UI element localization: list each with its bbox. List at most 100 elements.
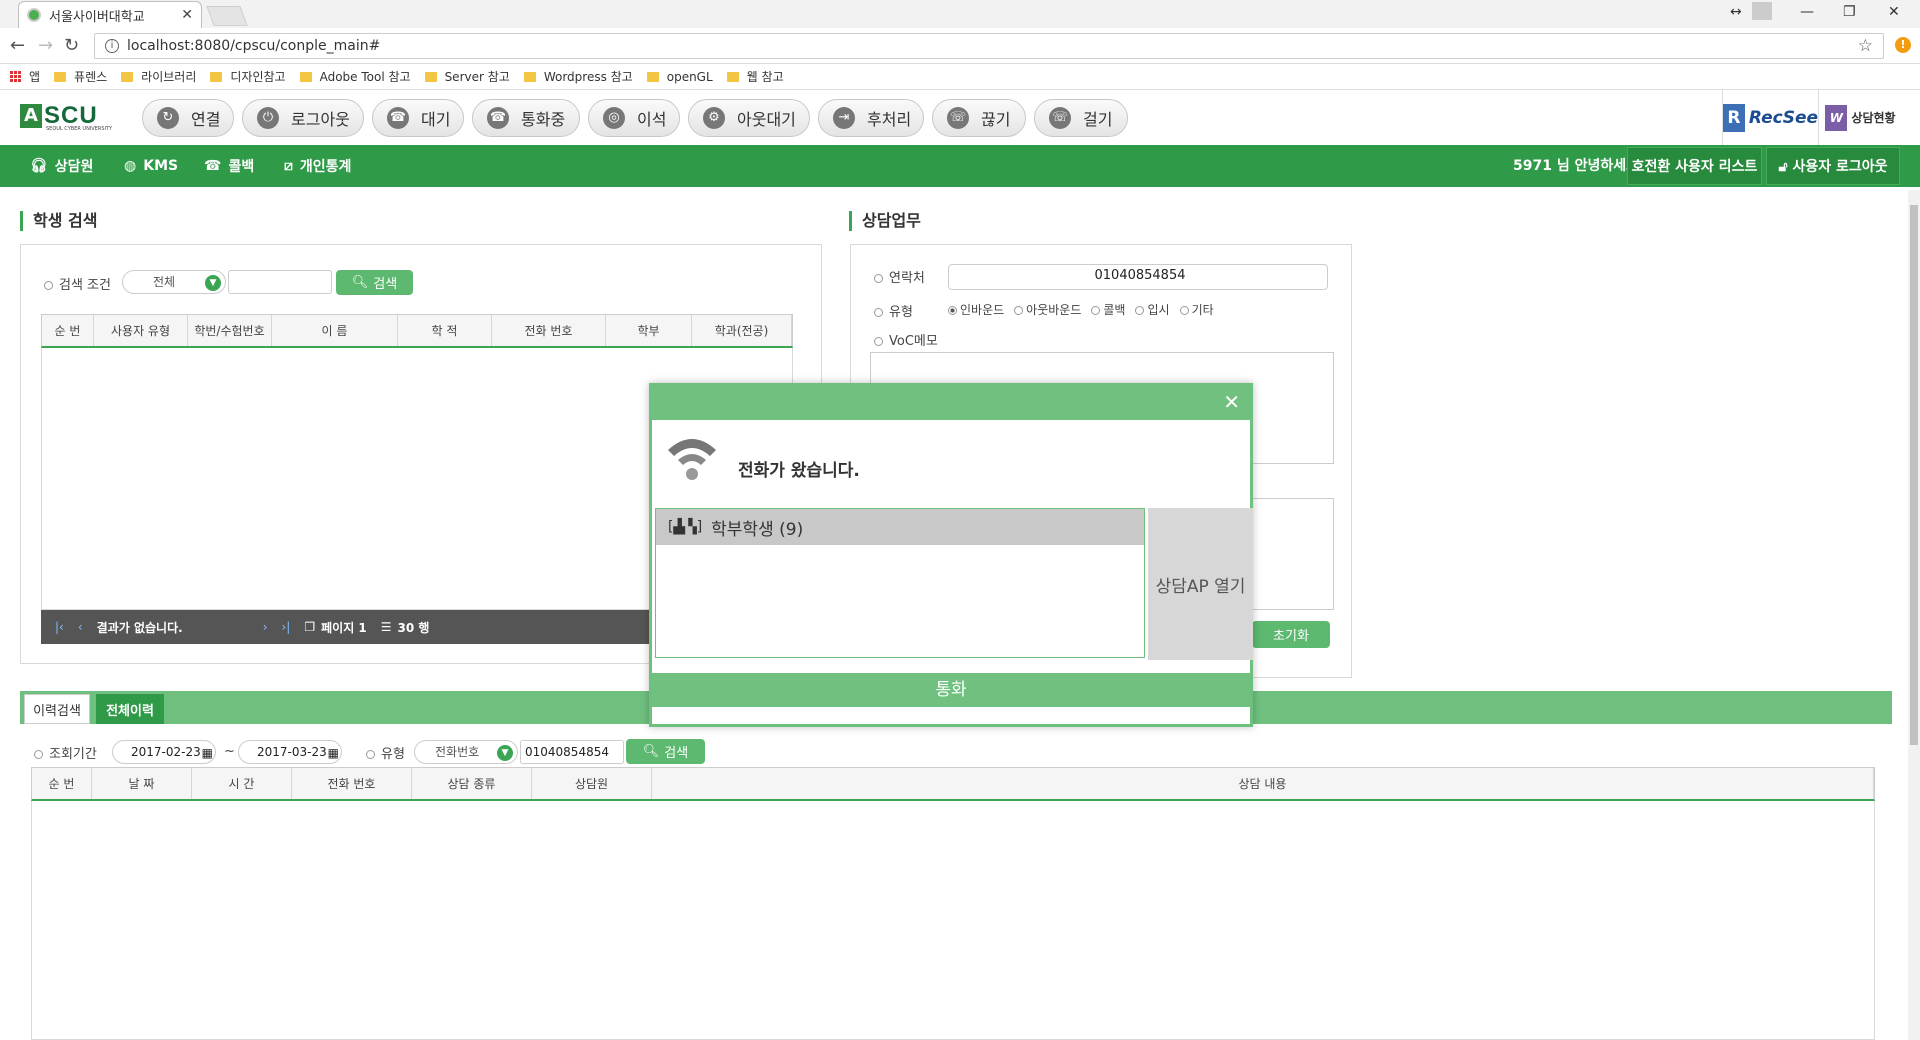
history-phone-input[interactable]: 01040854854	[520, 740, 624, 764]
folder-icon	[646, 71, 659, 82]
date-from-input[interactable]: 2017-02-23 ▦	[112, 740, 216, 764]
contact-input[interactable]: 01040854854	[948, 264, 1328, 290]
search-cond-select[interactable]: 전체 ▼	[122, 270, 226, 294]
out-wait-button[interactable]: ⚙ 아웃대기	[688, 99, 810, 137]
calendar-icon[interactable]: ▦	[202, 742, 213, 764]
profile-icon[interactable]	[1752, 2, 1772, 20]
bookmark-folder[interactable]: 퓨렌스	[54, 68, 107, 85]
nav-item-kms[interactable]: ◍ KMS	[124, 145, 178, 187]
logout-control-button[interactable]: ⏻ 로그아웃	[242, 99, 364, 137]
radio-checked-icon	[948, 306, 957, 315]
bookmark-folder[interactable]: Server 참고	[424, 68, 510, 85]
col-header[interactable]: 전화 번호	[292, 768, 412, 799]
wait-button[interactable]: ☎ 대기	[372, 99, 464, 137]
last-page-icon[interactable]: ›|	[282, 620, 291, 634]
bookmark-folder[interactable]: 디자인참고	[210, 68, 286, 85]
type-radio-admission[interactable]: 입시	[1135, 301, 1170, 318]
date-to-input[interactable]: 2017-03-23 ▦	[238, 740, 342, 764]
nav-item-stats[interactable]: ⧄ 개인통계	[284, 145, 351, 187]
logo-mark-icon: A	[20, 104, 42, 128]
student-search-title: 학생 검색	[20, 211, 97, 231]
answer-call-button[interactable]: 통화	[652, 673, 1250, 707]
next-page-icon[interactable]: ›	[263, 620, 268, 634]
type-radio-callback[interactable]: 콜백	[1091, 301, 1125, 318]
browser-tab[interactable]: 서울사이버대학교 ✕	[18, 1, 202, 28]
col-header[interactable]: 날 짜	[92, 768, 192, 799]
bookmark-folder[interactable]: openGL	[646, 70, 713, 84]
nav-item-callback[interactable]: ☎ 콜백	[204, 145, 254, 187]
history-type-select[interactable]: 전화번호 ▼	[414, 740, 518, 764]
post-process-button[interactable]: ⇥ 후처리	[818, 99, 924, 137]
col-header[interactable]: 학부	[606, 315, 692, 346]
close-window-icon[interactable]: ✕	[1888, 4, 1900, 20]
bookmark-folder[interactable]: Wordpress 참고	[523, 68, 633, 85]
restore-icon[interactable]: ❐	[1843, 4, 1856, 20]
search-keyword-input[interactable]	[228, 270, 332, 294]
bookmark-apps[interactable]: 앱	[10, 68, 40, 85]
dial-button[interactable]: ☏ 걸기	[1034, 99, 1128, 137]
bullet-icon	[874, 308, 883, 317]
page-select[interactable]: 페이지 1	[321, 619, 367, 636]
calling-button[interactable]: ☎ 통화중	[472, 99, 580, 137]
user-list-button[interactable]: 호전환 사용자 리스트	[1627, 147, 1762, 185]
col-header[interactable]: 학 적	[398, 315, 492, 346]
browser-tab-bar: 서울사이버대학교 ✕ ↔ — ❐ ✕	[0, 0, 1920, 28]
close-icon[interactable]: ✕	[1223, 390, 1240, 414]
close-tab-icon[interactable]: ✕	[181, 7, 193, 23]
col-header[interactable]: 상담 내용	[652, 768, 1874, 799]
away-button[interactable]: ◎ 이석	[588, 99, 680, 137]
scrollbar-thumb[interactable]	[1910, 205, 1918, 745]
connect-button[interactable]: ↻ 연결	[142, 99, 234, 137]
connect-icon: ↻	[157, 107, 179, 129]
bookmark-folder[interactable]: 라이브러리	[121, 68, 196, 85]
type-radio-outbound[interactable]: 아웃바운드	[1014, 301, 1081, 318]
tab-all-history[interactable]: 전체이력	[96, 694, 164, 724]
col-header[interactable]: 전화 번호	[492, 315, 606, 346]
recsee-link[interactable]: R RecSee	[1722, 90, 1818, 145]
student-search-button[interactable]: 🔍︎ 검색	[336, 270, 413, 295]
scu-logo[interactable]: A SCU SEOUL CYBER UNIVERSITY	[20, 102, 112, 132]
bookmark-star-icon[interactable]: ☆	[1858, 36, 1873, 56]
col-header[interactable]: 상담원	[532, 768, 652, 799]
col-header[interactable]: 상담 종류	[412, 768, 532, 799]
calendar-icon[interactable]: ▦	[328, 742, 339, 764]
forward-icon[interactable]: →	[38, 35, 53, 56]
reload-icon[interactable]: ↻	[64, 35, 79, 56]
back-icon[interactable]: ←	[10, 35, 25, 56]
rows-select[interactable]: 30 행	[398, 619, 430, 636]
tab-history-search[interactable]: 이력검색	[24, 694, 90, 724]
type-radio-etc[interactable]: 기타	[1179, 301, 1214, 318]
open-consult-ap-button[interactable]: 상담AP 열기	[1148, 508, 1253, 660]
info-icon[interactable]: i	[105, 39, 119, 53]
consult-status-link[interactable]: W 상담현황	[1818, 90, 1902, 145]
logout-icon: ⏻	[257, 107, 279, 129]
update-icon[interactable]: !	[1895, 37, 1911, 53]
bullet-icon	[34, 750, 43, 759]
type-label: 유형	[874, 301, 913, 320]
prev-page-icon[interactable]: ‹	[78, 620, 83, 634]
col-header[interactable]: 이 름	[272, 315, 398, 346]
page-scrollbar[interactable]	[1908, 190, 1920, 1040]
minimize-icon[interactable]: —	[1800, 4, 1814, 20]
modal-header: ✕	[652, 386, 1250, 420]
col-header[interactable]: 사용자 유형	[94, 315, 188, 346]
col-header[interactable]: 학과(전공)	[692, 315, 792, 346]
bookmark-folder[interactable]: Adobe Tool 참고	[299, 68, 411, 85]
reset-button[interactable]: 초기화	[1252, 621, 1330, 648]
nav-item-agent[interactable]: 🎧︎ 상담원	[30, 145, 93, 187]
first-page-icon[interactable]: |‹	[55, 620, 64, 634]
col-header[interactable]: 시 간	[192, 768, 292, 799]
new-tab-button[interactable]	[206, 6, 248, 26]
type-radio-inbound[interactable]: 인바운드	[948, 301, 1004, 318]
history-search-button[interactable]: 🔍︎ 검색	[626, 739, 705, 764]
resize-icon: ↔	[1730, 4, 1742, 20]
hangup-button[interactable]: ☏ 끊기	[932, 99, 1026, 137]
search-cond-label: 검색 조건	[44, 274, 111, 293]
col-header[interactable]: 순 번	[32, 768, 92, 799]
caller-row[interactable]: [▟▖▚] 학부학생 (9)	[656, 509, 1144, 545]
bookmark-folder[interactable]: 웹 참고	[726, 68, 784, 85]
col-header[interactable]: 순 번	[42, 315, 94, 346]
url-field[interactable]: i localhost:8080/cpscu/conple_main# ☆	[94, 33, 1884, 59]
col-header[interactable]: 학번/수험번호	[188, 315, 272, 346]
user-logout-button[interactable]: 🔓︎ 사용자 로그아웃	[1766, 147, 1900, 185]
